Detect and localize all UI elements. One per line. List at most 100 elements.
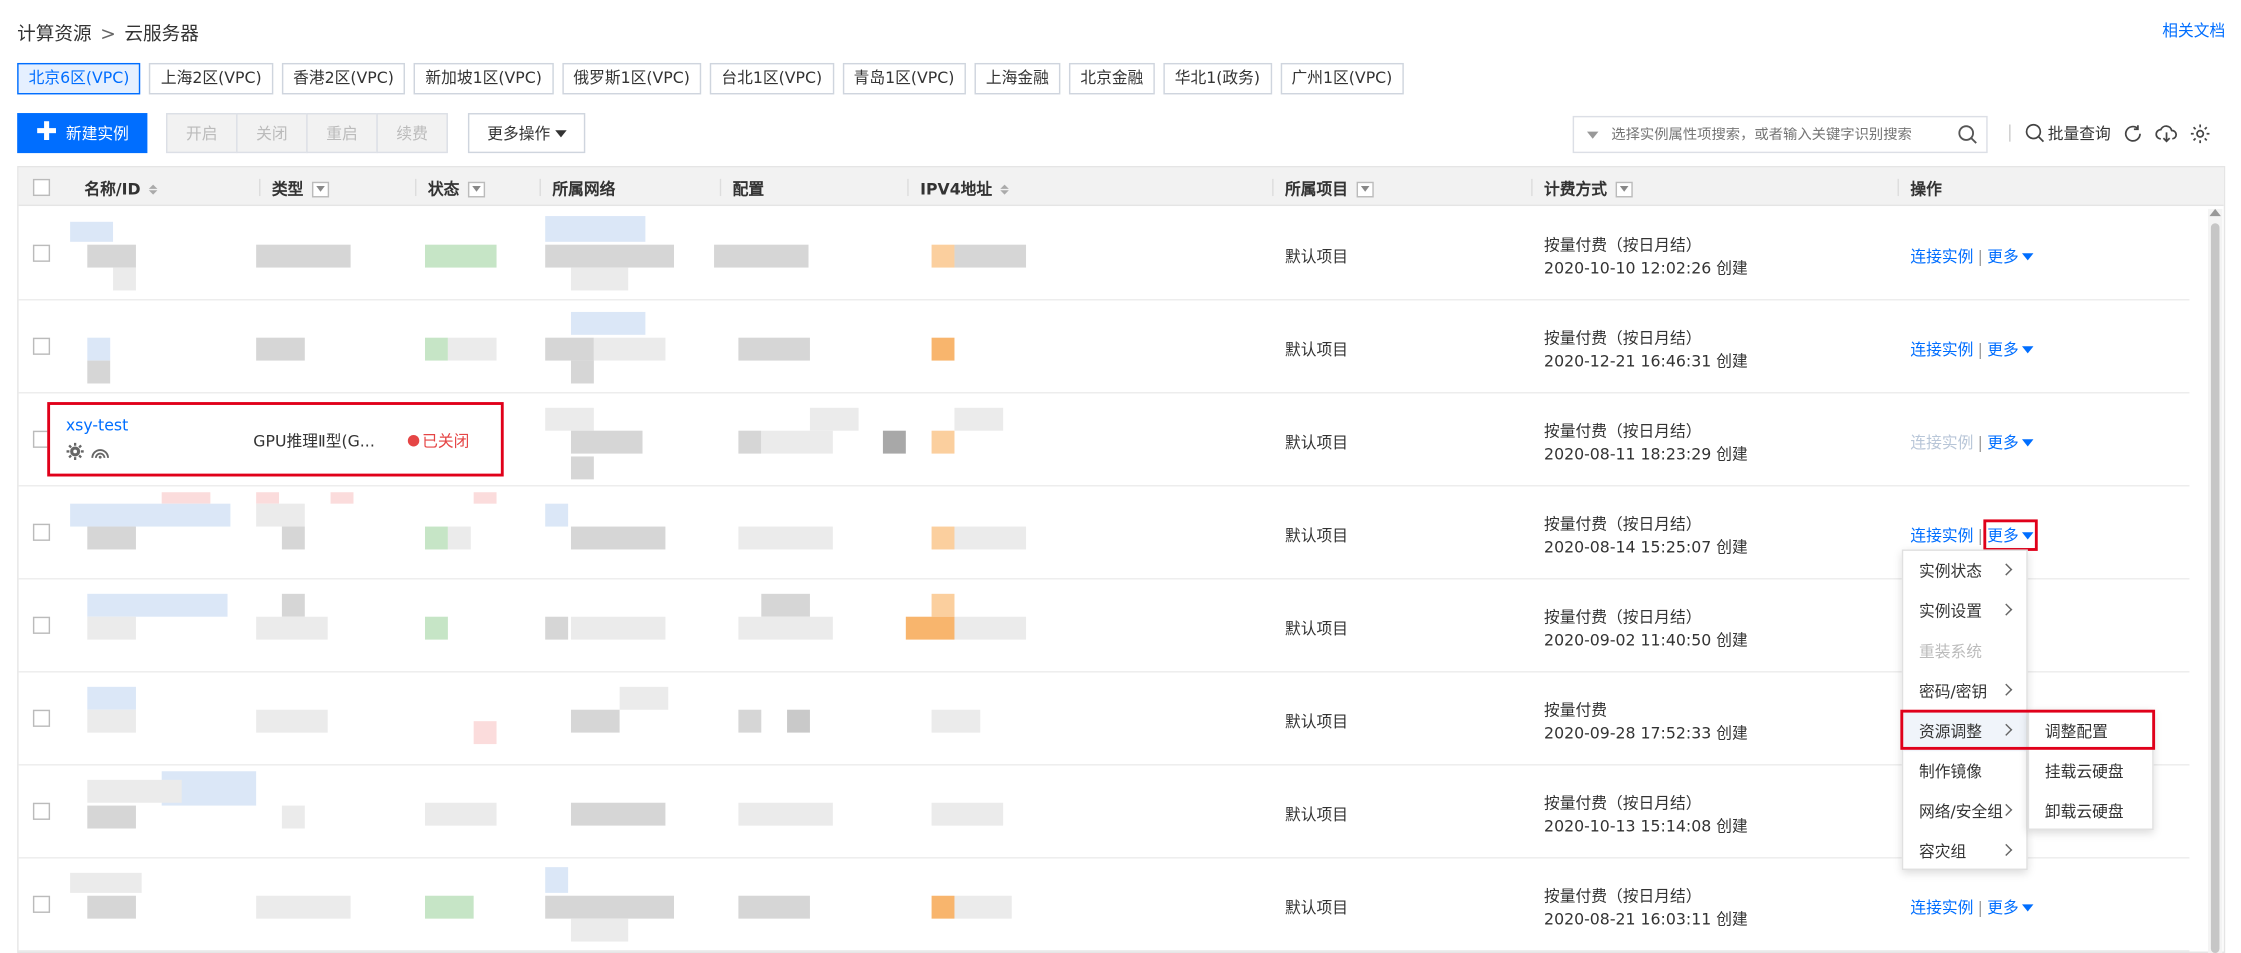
column-name-id[interactable]: 名称/ID	[84, 177, 158, 200]
connect-instance-link[interactable]: 连接实例	[1910, 338, 1973, 361]
restart-button[interactable]: 重启	[306, 113, 378, 154]
instance-action-group: 开启 关闭 重启 续费	[165, 113, 448, 154]
row-checkbox[interactable]	[32, 244, 51, 262]
redacted-block	[256, 895, 351, 919]
scroll-up-icon[interactable]	[2209, 208, 2221, 217]
renew-button[interactable]: 续费	[376, 113, 448, 154]
column-network: 所属网络	[552, 177, 615, 200]
redacted-block	[954, 244, 1027, 268]
region-tab-shanghai2[interactable]: 上海2区(VPC)	[149, 62, 274, 95]
more-dropdown[interactable]: 更多	[1987, 245, 2034, 268]
refresh-icon[interactable]	[2122, 122, 2143, 143]
column-ipv4[interactable]: IPV4地址	[920, 177, 1010, 200]
region-tab-singapore1[interactable]: 新加坡1区(VPC)	[413, 62, 554, 95]
search-icon[interactable]	[1949, 117, 1986, 151]
connect-instance-link[interactable]: 连接实例	[1910, 524, 1973, 547]
connect-instance-link[interactable]: 连接实例	[1910, 896, 1973, 919]
row-project: 默认项目	[1285, 712, 1349, 732]
row-checkbox[interactable]	[32, 523, 51, 541]
redacted-block	[256, 244, 351, 268]
redacted-block	[545, 616, 569, 640]
table-scrollbar[interactable]	[2208, 208, 2223, 953]
batch-query-button[interactable]: 批量查询	[2025, 122, 2111, 145]
menu-item-instance-status[interactable]: 实例状态	[1903, 551, 2026, 591]
more-dropdown[interactable]: 更多	[1987, 338, 2034, 361]
menu-item-instance-settings[interactable]: 实例设置	[1903, 591, 2026, 631]
more-label: 更多	[1987, 340, 2019, 360]
ops-separator: |	[1977, 246, 1983, 266]
filter-icon[interactable]	[1615, 181, 1633, 197]
submenu-item-mount-disk[interactable]: 挂载云硬盘	[2029, 751, 2152, 791]
filter-icon[interactable]	[467, 181, 486, 197]
gear-icon[interactable]	[66, 442, 85, 461]
row-checkbox[interactable]	[32, 895, 51, 913]
row-checkbox[interactable]	[32, 337, 51, 355]
menu-item-reinstall-system[interactable]: 重装系统	[1903, 631, 2026, 671]
menu-item-password-key[interactable]: 密码/密钥	[1903, 671, 2026, 711]
redacted-block	[570, 456, 594, 480]
region-tab-russia1[interactable]: 俄罗斯1区(VPC)	[561, 62, 702, 95]
row-checkbox[interactable]	[32, 709, 51, 727]
console-page: 计算资源 > 云服务器 相关文档 北京6区(VPC) 上海2区(VPC) 香港2区(…	[0, 0, 2241, 953]
resource-adjust-submenu: 调整配置 挂载云硬盘 卸载云硬盘	[2027, 709, 2154, 831]
instance-name-link[interactable]: xsy-test	[66, 416, 128, 435]
region-tab-taipei1[interactable]: 台北1区(VPC)	[709, 62, 834, 95]
scrollbar-thumb[interactable]	[2210, 223, 2220, 953]
dashboard-icon[interactable]	[90, 442, 110, 461]
download-icon[interactable]	[2155, 122, 2178, 143]
menu-item-resource-adjust[interactable]: 资源调整	[1903, 711, 2027, 752]
related-docs-link[interactable]: 相关文档	[2162, 19, 2225, 42]
connect-instance-link[interactable]: 连接实例	[1910, 431, 1973, 454]
region-tab-huabei1-gov[interactable]: 华北1(政务)	[1163, 62, 1272, 95]
new-instance-button[interactable]: ✚ 新建实例	[17, 113, 148, 154]
row-checkbox[interactable]	[32, 802, 51, 820]
breadcrumb-current: 云服务器	[124, 24, 199, 46]
region-tab-guangzhou1[interactable]: 广州1区(VPC)	[1280, 62, 1404, 95]
redacted-block	[70, 221, 114, 242]
connect-instance-link[interactable]: 连接实例	[1910, 245, 1973, 268]
redacted-block	[425, 895, 474, 919]
row-checkbox[interactable]	[32, 616, 51, 634]
region-tab-qingdao1[interactable]: 青岛1区(VPC)	[842, 62, 966, 95]
redacted-block	[738, 802, 833, 826]
breadcrumb: 计算资源 > 云服务器	[17, 19, 199, 46]
row-ops: 连接实例 | 更多	[1910, 245, 2034, 268]
more-operations-button[interactable]: 更多操作	[467, 113, 586, 154]
menu-item-network-security-group[interactable]: 网络/安全组	[1903, 791, 2026, 831]
region-tab-hongkong2[interactable]: 香港2区(VPC)	[281, 62, 406, 95]
search-filter-caret-icon[interactable]	[1586, 130, 1599, 139]
region-tab-beijing-finance[interactable]: 北京金融	[1068, 62, 1155, 95]
more-dropdown[interactable]: 更多	[1982, 519, 2038, 551]
select-all-checkbox[interactable]	[32, 178, 51, 197]
redacted-block	[256, 616, 328, 640]
menu-item-disaster-recovery-group[interactable]: 容灾组	[1903, 831, 2026, 871]
sort-icon[interactable]	[149, 183, 158, 194]
settings-icon[interactable]	[2189, 122, 2210, 143]
more-dropdown[interactable]: 更多	[1987, 431, 2034, 454]
redacted-block	[761, 430, 833, 454]
sort-icon[interactable]	[1000, 183, 1010, 194]
redacted-block	[882, 430, 906, 454]
region-tab-shanghai-finance[interactable]: 上海金融	[974, 62, 1061, 95]
redacted-block	[931, 802, 1004, 826]
submenu-item-adjust-config[interactable]: 调整配置	[2029, 711, 2152, 751]
search-input[interactable]	[1611, 126, 1950, 143]
column-ops-label: 操作	[1910, 180, 1942, 199]
chevron-right-icon	[2000, 603, 2013, 616]
chevron-right-icon	[2000, 563, 2013, 576]
filter-icon[interactable]	[1356, 181, 1374, 197]
redacted-block	[954, 895, 1012, 919]
start-button[interactable]: 开启	[165, 113, 238, 154]
more-dropdown[interactable]: 更多	[1987, 896, 2034, 919]
filter-icon[interactable]	[311, 181, 330, 197]
redacted-block	[954, 526, 1027, 550]
region-tab-beijing6[interactable]: 北京6区(VPC)	[17, 62, 141, 95]
column-config-label: 配置	[732, 180, 765, 199]
breadcrumb-parent[interactable]: 计算资源	[17, 24, 91, 45]
redacted-block	[545, 503, 569, 527]
submenu-item-unmount-disk[interactable]: 卸载云硬盘	[2029, 791, 2152, 831]
redacted-block	[256, 709, 328, 733]
menu-item-create-image[interactable]: 制作镜像	[1903, 751, 2026, 791]
row-ops: 连接实例 | 更多	[1910, 896, 2034, 919]
stop-button[interactable]: 关闭	[236, 113, 308, 154]
